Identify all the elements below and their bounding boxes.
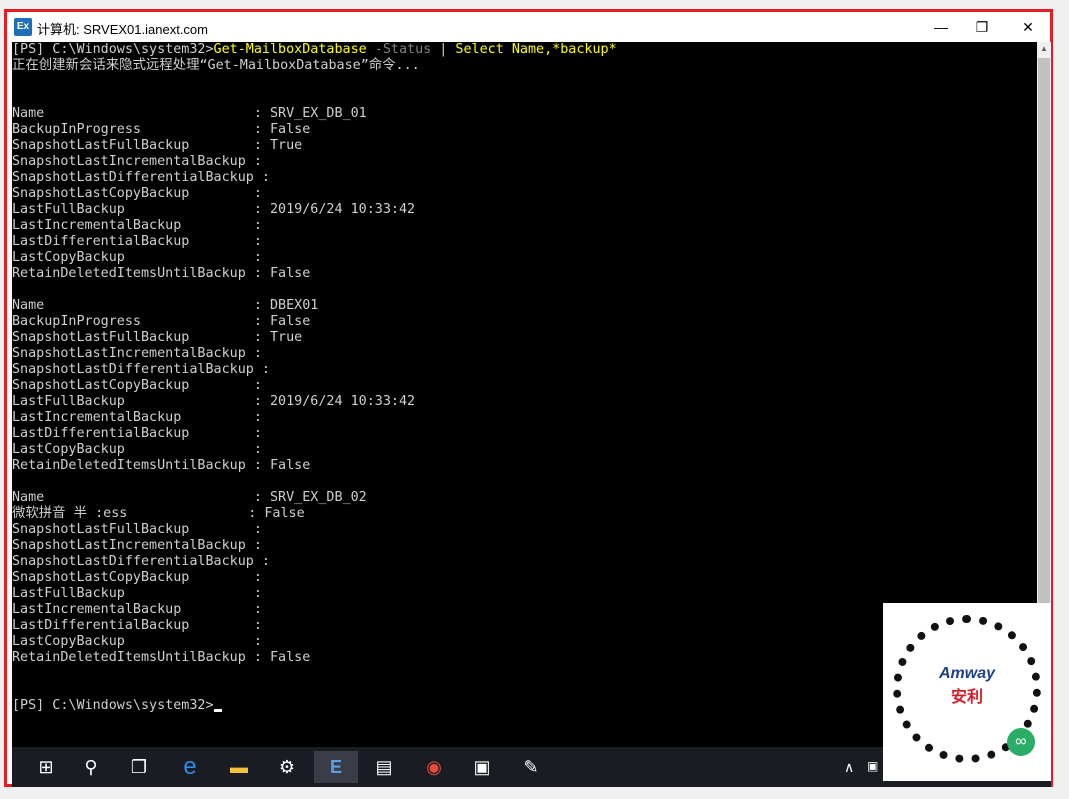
output-row: SnapshotLastIncrementalBackup : (12, 154, 262, 169)
scroll-up-arrow-icon[interactable]: ▲ (1037, 42, 1051, 56)
output-row: SnapshotLastIncrementalBackup : (12, 346, 262, 361)
wechat-link-icon: ∞ (1007, 728, 1035, 756)
output-row: LastDifferentialBackup : (12, 426, 262, 441)
output-row: SnapshotLastCopyBackup : (12, 378, 262, 393)
output-row: LastFullBackup : 2019/6/24 10:33:42 (12, 202, 416, 217)
ie-button[interactable]: e (168, 751, 212, 783)
exchange-icon: E (329, 756, 342, 777)
command-line: [PS] C:\Windows\system32>Get-MailboxData… (12, 42, 1037, 58)
tools-icon: ✎ (523, 756, 539, 777)
qr-brand: Amway (938, 665, 996, 682)
output-row: SnapshotLastFullBackup : True (12, 330, 303, 345)
output-row: LastCopyBackup : (12, 442, 262, 457)
search-button[interactable]: ⚲ (69, 751, 113, 783)
network-tray-icon[interactable]: ▣ (867, 759, 878, 773)
title-bar[interactable]: Ex 计算机: SRVEX01.ianext.com — ❐ ✕ (7, 12, 1050, 42)
output-row: LastIncrementalBackup : (12, 410, 262, 425)
output-row: LastFullBackup : (12, 586, 262, 601)
qr-logo: Amway 安利 (931, 665, 1003, 715)
output-row: Name : SRV_EX_DB_01 (12, 106, 367, 121)
file-explorer-button[interactable]: ▬ (217, 751, 261, 783)
close-button[interactable]: ✕ (1005, 12, 1051, 42)
output-row: SnapshotLastDifferentialBackup : (12, 362, 270, 377)
output-row: LastCopyBackup : (12, 250, 262, 265)
qr-brand-cn: 安利 (950, 689, 983, 706)
output-row: LastFullBackup : 2019/6/24 10:33:42 (12, 394, 416, 409)
start-button[interactable]: ⊞ (24, 751, 68, 783)
folder-icon: ▬ (230, 756, 248, 777)
exchange-shell-button[interactable]: E (314, 751, 358, 783)
output-row: LastDifferentialBackup : (12, 234, 262, 249)
settings-button[interactable]: ⚙ (265, 751, 309, 783)
output-row: Name : DBEX01 (12, 298, 319, 313)
exchange-app-icon: Ex (14, 18, 32, 36)
app-button[interactable]: ▤ (362, 751, 406, 783)
text-cursor (213, 709, 222, 712)
output-row: SnapshotLastIncrementalBackup : (12, 538, 262, 553)
output-row: SnapshotLastCopyBackup : (12, 570, 262, 585)
output-row: 微软拼音 半 :ess : False (12, 506, 305, 521)
parameter: -Status (366, 42, 432, 57)
search-icon: ⚲ (84, 756, 98, 777)
gear-icon: ⚙ (278, 756, 296, 777)
output-row: SnapshotLastDifferentialBackup : (12, 554, 270, 569)
output-blocks: Name : SRV_EX_DB_01 BackupInProgress : Fa… (12, 106, 1037, 666)
output-row: RetainDeletedItemsUntilBackup : False (12, 266, 311, 281)
minimize-button[interactable]: — (918, 12, 964, 42)
window-title: 计算机: SRVEX01.ianext.com (37, 22, 208, 37)
chrome-icon: ◉ (426, 756, 442, 777)
restore-button[interactable]: ❐ (959, 12, 1005, 42)
output-row: SnapshotLastCopyBackup : (12, 186, 262, 201)
output-row: SnapshotLastFullBackup : True (12, 138, 303, 153)
tray-chevron-icon[interactable]: ∧ (844, 759, 854, 776)
task-view-button[interactable]: ❐ (117, 751, 161, 783)
cmdlet: Get-MailboxDatabase (213, 42, 367, 57)
internet-explorer-icon: e (183, 753, 197, 780)
output-row: BackupInProgress : False (12, 314, 311, 329)
task-view-icon: ❐ (130, 756, 148, 777)
output-row: SnapshotLastFullBackup : (12, 522, 262, 537)
output-row: RetainDeletedItemsUntilBackup : False (12, 458, 311, 473)
pipe: | (431, 42, 456, 57)
output-row: BackupInProgress : False (12, 122, 311, 137)
remote-desktop-button[interactable]: ▣ (460, 751, 504, 783)
windows-icon: ⊞ (38, 756, 54, 777)
prompt: [PS] C:\Windows\system32> (12, 42, 214, 57)
output-row: LastIncrementalBackup : (12, 218, 262, 233)
select-cmd: Select Name,*backup* (455, 42, 617, 57)
scroll-thumb[interactable] (1038, 58, 1050, 618)
chrome-button[interactable]: ◉ (412, 751, 456, 783)
monitor-icon: ▣ (473, 756, 491, 777)
final-prompt: [PS] C:\Windows\system32> (12, 698, 214, 713)
network-icon: ▤ (375, 756, 393, 777)
session-message: 正在创建新会话来隐式远程处理“Get-MailboxDatabase”命令... (12, 58, 420, 73)
output-row: Name : SRV_EX_DB_02 (12, 490, 367, 505)
tool-button[interactable]: ✎ (509, 751, 553, 783)
qr-code-overlay: Amway 安利 ∞ (883, 603, 1051, 781)
output-row: SnapshotLastDifferentialBackup : (12, 170, 270, 185)
